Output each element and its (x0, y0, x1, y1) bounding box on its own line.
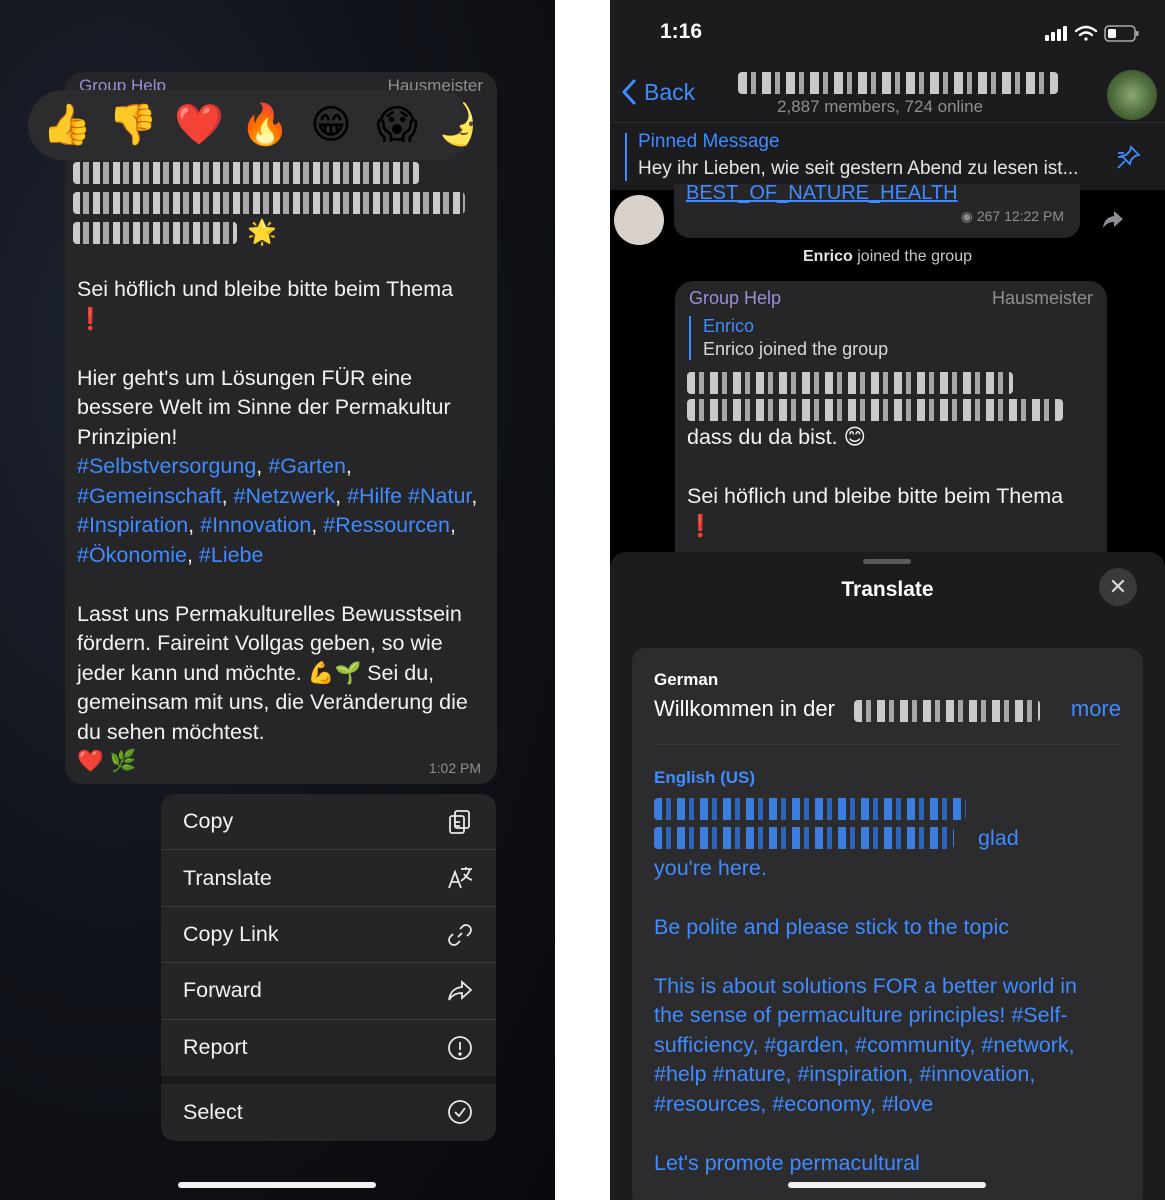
sender-avatar[interactable] (614, 195, 664, 245)
redacted-line (73, 192, 465, 214)
sheet-title: Translate (841, 578, 934, 601)
right-screenshot: 1:16 Back 2,887 members, 724 online Pinn… (610, 0, 1165, 1200)
redacted-line (73, 162, 419, 184)
translate-sheet: Translate ✕ German Willkommen in der mor… (610, 552, 1165, 1200)
menu-item-select[interactable]: Select (161, 1084, 496, 1141)
pin-list-icon[interactable] (1115, 143, 1143, 171)
hashtag[interactable]: #Innovation (200, 513, 311, 537)
thumbs-down-reaction[interactable]: 👎 (108, 100, 158, 150)
hashtag[interactable]: #Natur (408, 484, 471, 508)
battery-icon (1104, 25, 1139, 42)
sender-name: Group Help (689, 288, 782, 308)
redacted-line (73, 222, 237, 244)
home-indicator[interactable] (178, 1182, 376, 1188)
signal-icon (1045, 26, 1067, 41)
hashtag[interactable]: #Ressourcen (323, 513, 450, 537)
target-language[interactable]: English (US) (654, 768, 755, 788)
pinned-text: Hey ihr Lieben, wie seit gestern Abend z… (638, 158, 1079, 179)
chat-area: BEST_OF_NATURE_HEALTH ◉ 267 12:22 PM Enr… (610, 182, 1165, 571)
reaction-picker: 👍 👎 ❤️ 🔥 😁 😱 🌛 (28, 90, 473, 160)
star-emoji: 🌟 (247, 219, 277, 246)
menu-item-translate[interactable]: Translate (161, 850, 496, 907)
hashtag[interactable]: #Garten (268, 454, 346, 478)
pinned-message-bar[interactable]: Pinned Message Hey ihr Lieben, wie seit … (610, 122, 1165, 190)
message-link[interactable]: BEST_OF_NATURE_HEALTH (686, 182, 958, 205)
menu-item-copy[interactable]: Copy (161, 794, 496, 851)
member-count: 2,887 members, 724 online (777, 97, 984, 116)
close-button[interactable]: ✕ (1099, 568, 1137, 606)
report-icon (448, 1035, 472, 1060)
thumbs-up-reaction[interactable]: 👍 (42, 100, 92, 150)
message-time: 1:02 PM (428, 760, 481, 776)
status-icons (1045, 25, 1139, 42)
redacted-group-title[interactable] (738, 72, 1058, 94)
menu-item-copy-link[interactable]: Copy Link (161, 907, 496, 964)
reply-quote[interactable]: Enrico Enrico joined the group (689, 316, 888, 360)
hashtag[interactable]: #Inspiration (77, 513, 188, 537)
message-text: Sei höflich und bleibe bitte beim Thema … (77, 275, 483, 777)
fire-reaction[interactable]: 🔥 (240, 100, 290, 150)
message-paragraph-solutions: Hier geht's um Lösungen FÜR eine bessere… (77, 365, 478, 567)
sender-role: Hausmeister (991, 288, 1093, 308)
pinned-indicator (625, 133, 627, 181)
hashtag[interactable]: #Liebe (199, 543, 264, 567)
sheet-grabber[interactable] (863, 559, 911, 564)
message-paragraph-promote: Lasst uns Permakulturelles Bewusstsein f… (77, 601, 468, 774)
share-icon[interactable] (1102, 208, 1124, 230)
link-icon (448, 923, 472, 946)
hashtag[interactable]: #Gemeinschaft (77, 484, 222, 508)
moon-reaction[interactable]: 🌛 (438, 100, 473, 150)
close-icon: ✕ (1108, 574, 1128, 599)
left-screenshot: Group Help Hausmeister 🌟 Sei höflich und… (0, 0, 555, 1200)
redacted-line (654, 798, 966, 820)
menu-item-forward[interactable]: Forward (161, 963, 496, 1020)
screenshot-gap (555, 0, 610, 1200)
back-button[interactable]: Back (620, 78, 695, 106)
view-count: ◉ 267 12:22 PM (960, 208, 1064, 224)
welcome-message-bubble[interactable]: Group Help Hausmeister Enrico Enrico joi… (675, 281, 1107, 571)
heart-reaction[interactable]: ❤️ (174, 100, 224, 150)
redacted-line (854, 700, 1040, 722)
group-avatar[interactable] (1107, 70, 1157, 120)
context-menu: Copy Translate Copy Link Forward Report … (161, 794, 496, 1141)
chevron-left-icon (622, 79, 636, 105)
select-icon (448, 1100, 472, 1124)
menu-separator (161, 1075, 496, 1084)
eye-icon: ◉ (960, 208, 977, 224)
previous-message-bubble[interactable]: BEST_OF_NATURE_HEALTH ◉ 267 12:22 PM (674, 182, 1080, 238)
wifi-icon (1074, 25, 1098, 41)
pinned-title: Pinned Message (638, 131, 780, 152)
source-text: Willkommen in der (654, 696, 835, 721)
scream-reaction[interactable]: 😱 (372, 100, 422, 150)
divider (654, 744, 1121, 745)
more-link[interactable]: more (1071, 696, 1121, 722)
hashtag[interactable]: #Selbstversorgung (77, 454, 256, 478)
copy-icon (449, 810, 470, 834)
message-text: dass du da bist. 😊 Sei höflich und bleib… (687, 425, 1064, 538)
system-message: Enrico joined the group (803, 248, 972, 265)
redacted-line (687, 372, 1013, 394)
translation-card: German Willkommen in der more English (U… (632, 648, 1143, 1200)
message-paragraph-polite: Sei höflich und bleibe bitte beim Thema … (77, 277, 454, 331)
home-indicator[interactable] (788, 1182, 986, 1188)
redacted-line (687, 399, 1063, 421)
hashtag[interactable]: #Ökonomie (77, 543, 187, 567)
grin-reaction[interactable]: 😁 (306, 100, 356, 150)
message-bubble[interactable]: Group Help Hausmeister 🌟 Sei höflich und… (65, 72, 497, 784)
menu-item-report[interactable]: Report (161, 1020, 496, 1076)
forward-icon (448, 980, 473, 1001)
source-language: German (654, 670, 719, 689)
hashtag[interactable]: #Netzwerk (234, 484, 336, 508)
hashtag[interactable]: #Hilfe (347, 484, 402, 508)
translate-icon (448, 867, 473, 889)
status-time: 1:16 (660, 20, 703, 43)
translated-text: glad you're here. Be polite and please s… (654, 826, 1078, 1175)
